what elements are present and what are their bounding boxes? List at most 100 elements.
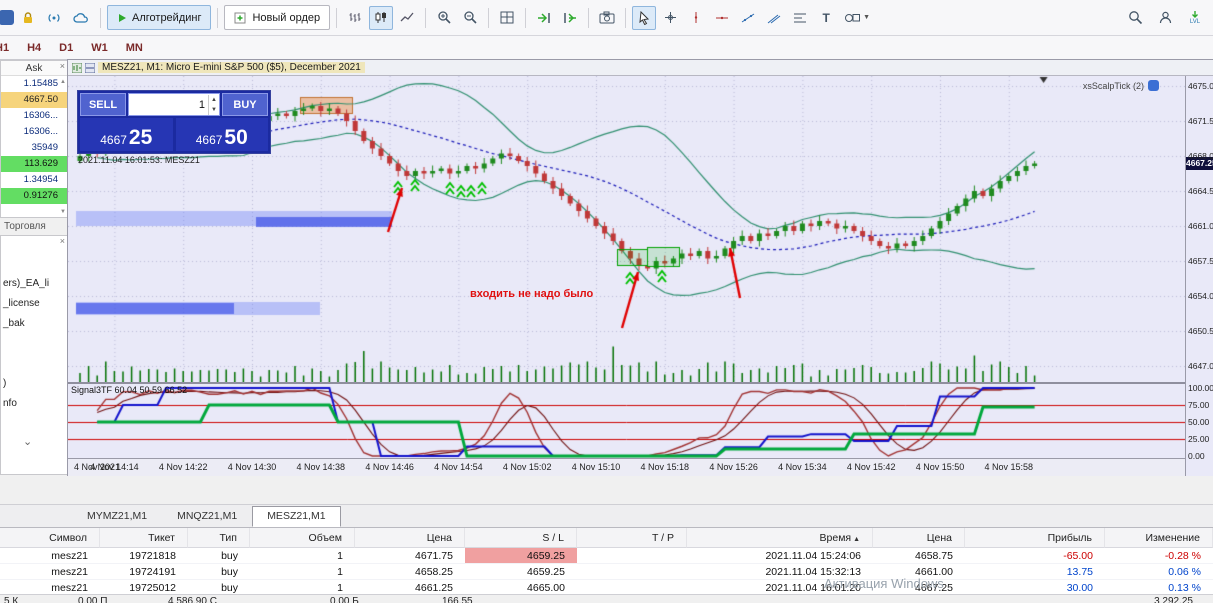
table-header-cell[interactable]: S / L <box>465 528 577 548</box>
user-profile-icon[interactable] <box>1153 6 1177 30</box>
new-order-button[interactable]: Новый ордер <box>224 5 331 30</box>
text-tool-icon[interactable]: T <box>814 6 838 30</box>
cloud-icon[interactable] <box>68 6 94 30</box>
shapes-icon[interactable]: ▼ <box>840 6 874 30</box>
tile-windows-icon[interactable] <box>495 6 519 30</box>
quote-value[interactable]: 35949 <box>1 140 67 156</box>
table-header-cell[interactable]: Цена <box>355 528 465 548</box>
navigator-item[interactable] <box>1 334 67 354</box>
table-cell[interactable]: 4658.25 <box>355 564 465 580</box>
table-cell[interactable] <box>577 564 687 580</box>
collapse-chevron-icon[interactable]: ⌄ <box>23 435 32 448</box>
vertical-line-icon[interactable] <box>684 6 708 30</box>
chart-tab-MYMZ21M1[interactable]: MYMZ21,M1 <box>72 506 162 527</box>
scroll-up-icon[interactable]: ▲ <box>60 79 66 85</box>
fibo-retracement-icon[interactable] <box>788 6 812 30</box>
scroll-down-icon[interactable]: ▼ <box>60 209 66 215</box>
timeframe-MN[interactable]: MN <box>117 40 152 56</box>
table-cell[interactable]: 4658.75 <box>873 548 965 564</box>
indicator-canvas[interactable] <box>68 384 1185 458</box>
signal-icon[interactable] <box>42 6 66 30</box>
timeframe-H1[interactable]: H1 <box>0 40 18 56</box>
lvl-download-icon[interactable]: LVL <box>1183 6 1207 30</box>
navigator-item[interactable]: _license <box>1 294 67 314</box>
timeframe-H4[interactable]: H4 <box>18 40 50 56</box>
navigator-item[interactable]: ) <box>1 374 67 394</box>
navigator-item[interactable]: ers)_EA_li <box>1 274 67 294</box>
table-cell[interactable]: 19724191 <box>100 564 188 580</box>
cursor-icon[interactable] <box>632 5 657 30</box>
table-cell[interactable]: 4659.25 <box>465 548 577 564</box>
close-icon[interactable]: × <box>60 237 65 246</box>
algotrading-button[interactable]: Алготрейдинг <box>107 5 212 30</box>
table-header-cell[interactable]: Объем <box>250 528 355 548</box>
chart-tab-MNQZ21M1[interactable]: MNQZ21,M1 <box>162 506 252 527</box>
trendline-icon[interactable] <box>736 6 760 30</box>
table-cell[interactable] <box>577 548 687 564</box>
table-cell[interactable]: -65.00 <box>965 548 1105 564</box>
chart-titlebar[interactable]: MESZ21, M1: Micro E-mini S&P 500 ($5), D… <box>68 60 1213 76</box>
table-cell[interactable]: 0.06 % <box>1105 564 1213 580</box>
table-cell[interactable]: 4671.75 <box>355 548 465 564</box>
volume-spinner[interactable]: ▲ ▼ <box>208 94 219 115</box>
auto-scroll-icon[interactable] <box>558 6 582 30</box>
table-header-cell[interactable]: Прибыль <box>965 528 1105 548</box>
table-cell[interactable]: buy <box>188 548 250 564</box>
table-cell[interactable]: 13.75 <box>965 564 1105 580</box>
quote-value[interactable]: 113.629 <box>1 156 67 172</box>
table-cell[interactable]: 4659.25 <box>465 564 577 580</box>
scroll-to-end-icon[interactable] <box>532 6 556 30</box>
table-cell[interactable]: -0.28 % <box>1105 548 1213 564</box>
table-header-cell[interactable]: Время ▲ <box>687 528 873 548</box>
table-cell[interactable]: 1 <box>250 548 355 564</box>
buy-button[interactable]: BUY <box>222 93 268 116</box>
ask-column-header[interactable]: Ask <box>1 61 67 76</box>
table-header-cell[interactable]: Цена <box>873 528 965 548</box>
volume-value[interactable]: 1 <box>129 99 208 111</box>
table-header-cell[interactable]: Символ <box>0 528 100 548</box>
zoom-in-icon[interactable] <box>432 6 456 30</box>
zoom-out-icon[interactable] <box>458 6 482 30</box>
candles-icon[interactable] <box>369 5 394 30</box>
spinner-up-icon[interactable]: ▲ <box>209 95 219 105</box>
quote-value[interactable]: 1.34954 <box>1 172 67 188</box>
navigator-item[interactable]: _bak <box>1 314 67 334</box>
timeframe-D1[interactable]: D1 <box>50 40 82 56</box>
sell-button[interactable]: SELL <box>80 93 126 116</box>
close-icon[interactable]: × <box>60 62 65 71</box>
quote-value[interactable]: 4667.50 <box>1 92 67 108</box>
table-header-cell[interactable]: Тип <box>188 528 250 548</box>
time-axis[interactable]: 4 Nov 2021 4 Nov 14:14 4 Nov 14:22 4 Nov 14… <box>68 458 1185 476</box>
table-header-cell[interactable]: Изменение <box>1105 528 1213 548</box>
quote-value[interactable]: 16306... <box>1 124 67 140</box>
price-scale[interactable]: 4667.25 4675.004671.504668.004664.504661… <box>1185 76 1213 476</box>
table-cell[interactable]: mesz21 <box>0 564 100 580</box>
indicator-panel[interactable]: Signal3TF 60.04 50.59 66.52 <box>68 384 1185 458</box>
chart-tab-MESZ21M1[interactable]: MESZ21,M1 <box>252 506 341 527</box>
timeframe-W1[interactable]: W1 <box>82 40 117 56</box>
lock-icon[interactable] <box>16 6 40 30</box>
table-cell[interactable]: 1 <box>250 564 355 580</box>
navigator-item[interactable] <box>1 354 67 374</box>
navigator-item[interactable]: nfo <box>1 394 67 414</box>
chart-plot-area[interactable]: xsScalpTick (2) SELL 1 ▲ ▼ BUY 4667 25 4… <box>68 76 1185 382</box>
table-cell[interactable]: mesz21 <box>0 548 100 564</box>
table-cell[interactable]: 19721818 <box>100 548 188 564</box>
bar-chart-icon[interactable] <box>343 6 367 30</box>
trade-section-label[interactable]: Торговля <box>0 218 68 235</box>
table-cell[interactable]: buy <box>188 564 250 580</box>
spinner-down-icon[interactable]: ▼ <box>209 105 219 115</box>
quote-value[interactable]: 0.91276 <box>1 188 67 204</box>
channel-icon[interactable] <box>762 6 786 30</box>
table-header-cell[interactable]: T / P <box>577 528 687 548</box>
horizontal-line-icon[interactable] <box>710 6 734 30</box>
quote-value[interactable]: 1.15485 <box>1 76 67 92</box>
crosshair-icon[interactable] <box>658 6 682 30</box>
search-icon[interactable] <box>1123 6 1147 30</box>
volume-stepper[interactable]: 1 ▲ ▼ <box>128 93 220 116</box>
table-header-cell[interactable]: Тикет <box>100 528 188 548</box>
camera-icon[interactable] <box>595 6 619 30</box>
table-cell[interactable]: 2021.11.04 15:24:06 <box>687 548 873 564</box>
line-chart-icon[interactable] <box>395 6 419 30</box>
quote-value[interactable]: 16306... <box>1 108 67 124</box>
